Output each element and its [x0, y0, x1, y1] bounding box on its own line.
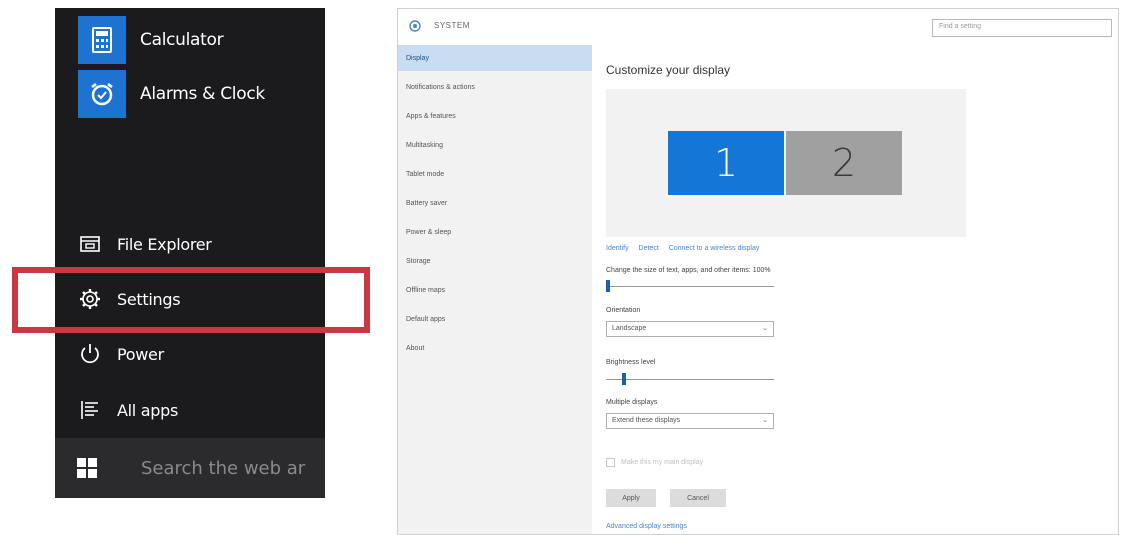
nav-item-storage[interactable]: Storage [398, 248, 592, 274]
file-explorer-icon [77, 231, 103, 257]
nav-item-label: Battery saver [406, 200, 448, 207]
orientation-label: Orientation [606, 307, 641, 314]
nav-item-offline-maps[interactable]: Offline maps [398, 277, 592, 303]
nav-item-label: About [406, 345, 425, 352]
alarm-clock-icon [78, 70, 126, 118]
menu-item-label: Settings [117, 289, 181, 309]
find-setting-input[interactable]: Find a setting [932, 19, 1112, 37]
orientation-dropdown[interactable]: Landscape ⌄ [606, 321, 774, 337]
nav-item-label: Multitasking [406, 142, 443, 149]
start-menu-panel: Calculator Alarms & Clock File Explorer [55, 8, 325, 498]
display-arrangement-preview: 1 2 [606, 89, 966, 237]
gear-icon [77, 286, 103, 312]
calculator-icon [78, 16, 126, 64]
chevron-down-icon: ⌄ [762, 417, 768, 424]
nav-item-label: Offline maps [406, 287, 446, 294]
multiple-displays-label: Multiple displays [606, 399, 658, 406]
apply-button[interactable]: Apply [606, 489, 656, 507]
connect-wireless-display-link[interactable]: Connect to a wireless display [669, 245, 760, 252]
scale-slider-track[interactable] [606, 286, 774, 287]
brightness-slider-track[interactable] [606, 379, 774, 380]
nav-item-label: Storage [406, 258, 431, 265]
cancel-button[interactable]: Cancel [670, 489, 726, 507]
display-links: Identify Detect Connect to a wireless di… [606, 245, 767, 252]
list-icon [77, 397, 103, 423]
main-display-checkbox-row[interactable]: Make this my main display [606, 458, 703, 467]
nav-item-power-sleep[interactable]: Power & sleep [398, 219, 592, 245]
tile-label: Alarms & Clock [140, 84, 265, 104]
nav-item-battery-saver[interactable]: Battery saver [398, 190, 592, 216]
scale-slider-thumb[interactable] [606, 280, 610, 292]
nav-item-label: Power & sleep [406, 229, 452, 236]
page-title: Customize your display [606, 63, 731, 77]
display-settings-content: Customize your display 1 2 Identify Dete… [606, 45, 1106, 534]
search-placeholder: Search the web ar [141, 457, 306, 479]
tile-label: Calculator [140, 30, 224, 50]
nav-item-display[interactable]: Display [398, 45, 592, 71]
monitor-1-tile[interactable]: 1 [668, 131, 784, 195]
menu-item-label: File Explorer [117, 234, 212, 254]
nav-item-notifications[interactable]: Notifications & actions [398, 74, 592, 100]
scale-label: Change the size of text, apps, and other… [606, 267, 771, 274]
window-title: SYSTEM [434, 21, 470, 30]
menu-item-settings[interactable]: Settings [77, 281, 181, 317]
settings-nav: Display Notifications & actions Apps & f… [398, 45, 592, 534]
nav-item-about[interactable]: About [398, 335, 592, 361]
nav-item-label: Default apps [406, 316, 446, 323]
main-display-checkbox[interactable] [606, 458, 615, 467]
brightness-slider-thumb[interactable] [622, 373, 627, 385]
main-display-checkbox-label: Make this my main display [621, 459, 704, 466]
title-bar: SYSTEM Find a setting [398, 9, 1118, 43]
brightness-label: Brightness level [606, 359, 656, 366]
menu-item-file-explorer[interactable]: File Explorer [77, 226, 212, 262]
gear-icon [408, 19, 422, 33]
nav-item-apps-features[interactable]: Apps & features [398, 103, 592, 129]
nav-item-label: Notifications & actions [406, 84, 475, 91]
nav-item-label: Display [406, 55, 429, 62]
multiple-displays-value: Extend these displays [612, 417, 681, 424]
power-icon [77, 341, 103, 367]
detect-link[interactable]: Detect [639, 245, 659, 252]
nav-item-default-apps[interactable]: Default apps [398, 306, 592, 332]
taskbar-search[interactable]: Search the web ar [55, 438, 325, 498]
settings-window: SYSTEM Find a setting Display Notificati… [397, 8, 1119, 535]
tile-calculator[interactable]: Calculator [78, 16, 224, 64]
menu-item-power[interactable]: Power [77, 336, 164, 372]
nav-item-tablet-mode[interactable]: Tablet mode [398, 161, 592, 187]
windows-logo-icon [77, 458, 97, 478]
multiple-displays-dropdown[interactable]: Extend these displays ⌄ [606, 413, 774, 429]
menu-item-all-apps[interactable]: All apps [77, 392, 178, 428]
identify-link[interactable]: Identify [606, 245, 629, 252]
chevron-down-icon: ⌄ [762, 325, 768, 332]
orientation-value: Landscape [612, 325, 647, 332]
monitor-2-tile[interactable]: 2 [786, 131, 902, 195]
nav-item-label: Tablet mode [406, 171, 445, 178]
nav-item-label: Apps & features [406, 113, 456, 120]
nav-item-multitasking[interactable]: Multitasking [398, 132, 592, 158]
menu-item-label: Power [117, 344, 164, 364]
menu-item-label: All apps [117, 400, 178, 420]
advanced-display-settings-link[interactable]: Advanced display settings [606, 523, 687, 530]
tile-alarms-clock[interactable]: Alarms & Clock [78, 70, 265, 118]
